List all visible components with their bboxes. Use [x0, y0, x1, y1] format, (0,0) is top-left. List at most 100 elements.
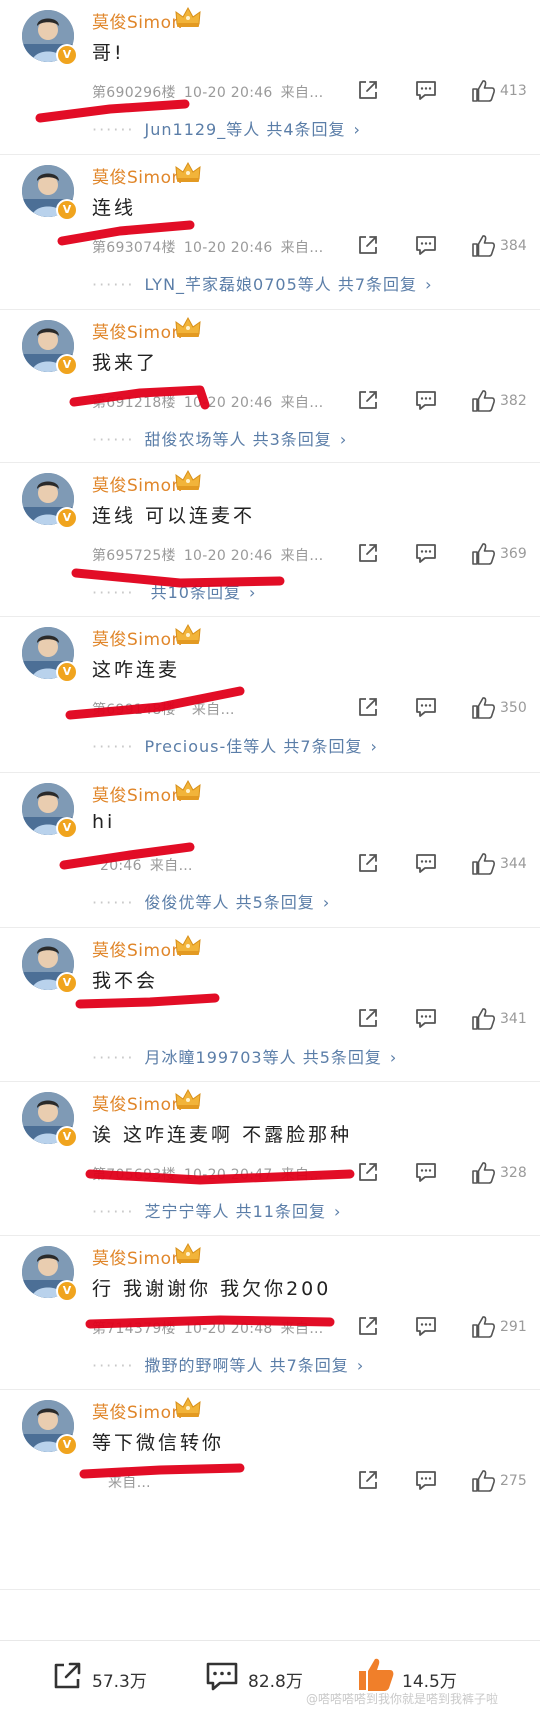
reply-users: 俊俊优等人 [144, 893, 230, 912]
chevron-right-icon: › [389, 1048, 398, 1067]
verified-badge-icon: V [56, 817, 78, 839]
comment-item: V 莫俊Simon 我不会 341 ······ 月冰瞳199703等人 共5条回复 › [0, 928, 540, 1082]
chevron-right-icon: › [353, 120, 361, 139]
comment-icon[interactable] [414, 1468, 438, 1492]
share-icon[interactable] [356, 851, 380, 875]
reply-count: 共7条回复 [269, 1356, 349, 1375]
thumbs-up-icon[interactable] [470, 78, 495, 102]
floor-number: 第695725楼 [92, 548, 176, 564]
share-icon[interactable] [356, 1006, 380, 1030]
crown-icon [174, 1088, 202, 1110]
share-icon[interactable] [356, 1160, 380, 1184]
comment-meta: 第695725楼 10-20 20:46 来自… [92, 545, 332, 565]
comment-text: 我来了 [92, 352, 159, 374]
comment-text: 哥! [92, 42, 125, 64]
comment-item: V 莫俊Simon 我来了 第691218楼 10-20 20:46 来自… 382 ····… [0, 310, 540, 463]
share-icon[interactable] [356, 1468, 380, 1492]
reply-summary-link[interactable]: ······ 俊俊优等人 共5条回复 › [92, 889, 330, 913]
comment-icon[interactable] [414, 388, 438, 412]
thumbs-up-icon[interactable] [470, 541, 495, 565]
reply-dots: ······ [92, 430, 135, 449]
comment-time: 10-20 20:48 [183, 1321, 273, 1337]
comment-meta: 第699148楼 来自… [92, 699, 243, 719]
comment-source: 来自… [108, 1475, 151, 1491]
comment-meta: 第705693楼 10-20 20:47 来自… [92, 1164, 332, 1184]
like-count: 413 [500, 83, 527, 99]
username[interactable]: 莫俊Simon [92, 625, 183, 650]
share-icon[interactable] [356, 233, 380, 257]
reply-users: Precious-佳等人 [144, 737, 278, 756]
thumbs-up-icon[interactable] [470, 695, 495, 719]
crown-icon [174, 1396, 202, 1418]
comment-item: V莫俊Simon等下微信转你来自…275······ › [0, 1390, 540, 1590]
reply-count: 共5条回复 [235, 893, 315, 912]
username[interactable]: 莫俊Simon [92, 318, 183, 343]
comment-icon[interactable] [414, 233, 438, 257]
comment-meta: 第691218楼 10-20 20:46 来自… [92, 392, 332, 412]
reply-summary-link[interactable]: ······ LYN_芊家磊娘0705等人 共7条回复 › [92, 271, 432, 295]
share-icon[interactable] [356, 388, 380, 412]
comment-time: 10-20 20:46 [183, 240, 273, 256]
reply-summary-link[interactable]: ······ Precious-佳等人 共7条回复 › [92, 733, 378, 757]
comment-icon[interactable] [414, 851, 438, 875]
reply-dots: ······ [92, 737, 135, 756]
comment-icon[interactable] [414, 1006, 438, 1030]
username[interactable]: 莫俊Simon [92, 1090, 183, 1115]
like-count: 382 [500, 393, 527, 409]
reply-summary-link[interactable]: ······ 撒野的野啊等人 共7条回复 › [92, 1352, 364, 1376]
username[interactable]: 莫俊Simon [92, 1398, 183, 1423]
username[interactable]: 莫俊Simon [92, 163, 183, 188]
thumbs-up-icon[interactable] [470, 388, 495, 412]
floor-number: 第690296楼 [92, 85, 176, 101]
comment-text: 诶 这咋连麦啊 不露脸那种 [92, 1124, 353, 1146]
reply-dots: ······ [92, 275, 135, 294]
thumbs-up-icon[interactable] [470, 1006, 495, 1030]
crown-icon [174, 623, 202, 645]
watermark: @嗒嗒嗒嗒到我你就是嗒到我裤子啦 [306, 1692, 499, 1706]
comment-icon[interactable] [414, 695, 438, 719]
comment-icon [206, 1662, 238, 1691]
crown-icon [174, 779, 202, 801]
floor-number: 第714379楼 [92, 1321, 176, 1337]
reply-summary-link[interactable]: ······ Jun1129_等人 共4条回复 › [92, 116, 361, 140]
share-icon[interactable] [356, 1314, 380, 1338]
username[interactable]: 莫俊Simon [92, 936, 183, 961]
username[interactable]: 莫俊Simon [92, 471, 183, 496]
comment-icon[interactable] [414, 78, 438, 102]
thumbs-up-icon[interactable] [470, 1314, 495, 1338]
chevron-right-icon: › [425, 275, 433, 294]
crown-icon [174, 469, 202, 491]
chevron-right-icon: › [339, 430, 348, 449]
comment-source: 来自… [149, 858, 193, 874]
reply-users: 甜俊农场等人 [144, 430, 247, 449]
comment-icon[interactable] [414, 1314, 438, 1338]
reply-summary-link[interactable]: ······ 甜俊农场等人 共3条回复 › [92, 426, 347, 450]
share-icon[interactable] [356, 78, 380, 102]
reply-users: 月冰瞳199703等人 [144, 1048, 297, 1067]
username[interactable]: 莫俊Simon [92, 8, 183, 33]
reply-summary-link[interactable]: ······ 共10条回复 › [92, 579, 256, 603]
crown-icon [174, 6, 202, 28]
comment-icon[interactable] [414, 1160, 438, 1184]
like-count: 344 [500, 856, 527, 872]
share-count: 57.3万 [92, 1672, 147, 1692]
reply-summary-link[interactable]: ······ 芝宁宁等人 共11条回复 › [92, 1198, 341, 1222]
share-icon[interactable] [356, 541, 380, 565]
comment-source: 来自… [280, 395, 324, 411]
share-icon[interactable] [356, 695, 380, 719]
thumbs-up-icon[interactable] [470, 851, 495, 875]
reply-users: LYN_芊家磊娘0705等人 [144, 275, 332, 294]
thumbs-up-icon[interactable] [470, 1160, 495, 1184]
thumbs-up-icon[interactable] [470, 233, 495, 257]
comment-time: 10-20 20:46 [183, 395, 273, 411]
comment-icon[interactable] [414, 541, 438, 565]
comment-meta: 第690296楼 10-20 20:46 来自… [92, 82, 332, 102]
comment-item: V 莫俊Simon 连线 第693074楼 10-20 20:46 来自… 384 ·····… [0, 155, 540, 310]
username[interactable]: 莫俊Simon [92, 781, 183, 806]
thumbs-up-icon[interactable] [470, 1468, 495, 1492]
crown-icon [174, 934, 202, 956]
crown-icon [174, 316, 202, 338]
username[interactable]: 莫俊Simon [92, 1244, 183, 1269]
reply-summary-link[interactable]: ······ 月冰瞳199703等人 共5条回复 › [92, 1044, 397, 1068]
like-count: 341 [500, 1011, 527, 1027]
